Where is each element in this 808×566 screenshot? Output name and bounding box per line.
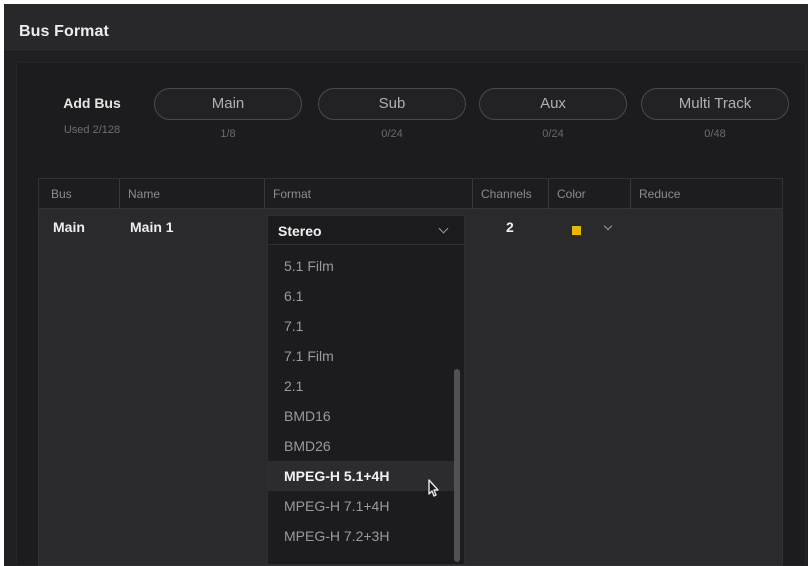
format-dropdown-list: 5.1 Film 6.1 7.1 7.1 Film 2.1 BMD16 BMD2…: [267, 245, 465, 565]
add-bus-section: Add Bus Used 2/128: [52, 95, 132, 136]
format-option[interactable]: BMD16: [268, 401, 456, 431]
column-header-color[interactable]: Color: [548, 179, 630, 209]
multitrack-bus-group: Multi Track 0/48: [641, 88, 789, 140]
bus-table: Bus Name Format Channels Color Reduce Ma…: [38, 178, 783, 566]
column-header-name[interactable]: Name: [119, 179, 267, 209]
dropdown-scrollbar[interactable]: [454, 369, 460, 562]
row-bus-type: Main: [53, 219, 85, 235]
format-option[interactable]: 5.1 Film: [268, 251, 456, 281]
add-sub-bus-button[interactable]: Sub: [318, 88, 466, 120]
row-bus-name[interactable]: Main 1: [130, 219, 174, 235]
column-header-channels[interactable]: Channels: [472, 179, 550, 209]
format-select-value: Stereo: [278, 223, 322, 239]
main-bus-group: Main 1/8: [154, 88, 302, 140]
used-bus-count: Used 2/128: [63, 124, 121, 136]
format-option[interactable]: BMD26: [268, 431, 456, 461]
sub-bus-count: 0/24: [381, 128, 403, 140]
aux-bus-group: Aux 0/24: [479, 88, 627, 140]
format-select[interactable]: Stereo: [267, 215, 465, 245]
multitrack-bus-count: 0/48: [704, 128, 726, 140]
add-main-bus-button[interactable]: Main: [154, 88, 302, 120]
column-header-bus[interactable]: Bus: [39, 179, 119, 209]
chevron-down-icon: [438, 223, 449, 234]
sub-bus-group: Sub 0/24: [318, 88, 466, 140]
format-option[interactable]: 2.1: [268, 371, 456, 401]
column-header-reduce[interactable]: Reduce: [630, 179, 782, 209]
color-chevron-down-icon[interactable]: [603, 221, 613, 231]
add-multitrack-bus-button[interactable]: Multi Track: [641, 88, 789, 120]
bus-color-swatch[interactable]: [572, 226, 581, 235]
format-option[interactable]: MPEG-H 7.2+3H: [268, 521, 456, 551]
add-aux-bus-button[interactable]: Aux: [479, 88, 627, 120]
row-channels: 2: [506, 219, 514, 235]
table-header: Bus Name Format Channels Color Reduce: [39, 179, 782, 209]
panel-title: Bus Format: [19, 23, 109, 40]
column-header-format[interactable]: Format: [264, 179, 474, 209]
format-option[interactable]: 7.1: [268, 311, 456, 341]
add-bus-label: Add Bus: [63, 95, 121, 111]
format-option[interactable]: 7.1 Film: [268, 341, 456, 371]
format-option[interactable]: 6.1: [268, 281, 456, 311]
main-bus-count: 1/8: [220, 128, 236, 140]
title-bar: Bus Format: [4, 4, 808, 52]
aux-bus-count: 0/24: [542, 128, 564, 140]
mouse-pointer-icon: [428, 479, 439, 497]
